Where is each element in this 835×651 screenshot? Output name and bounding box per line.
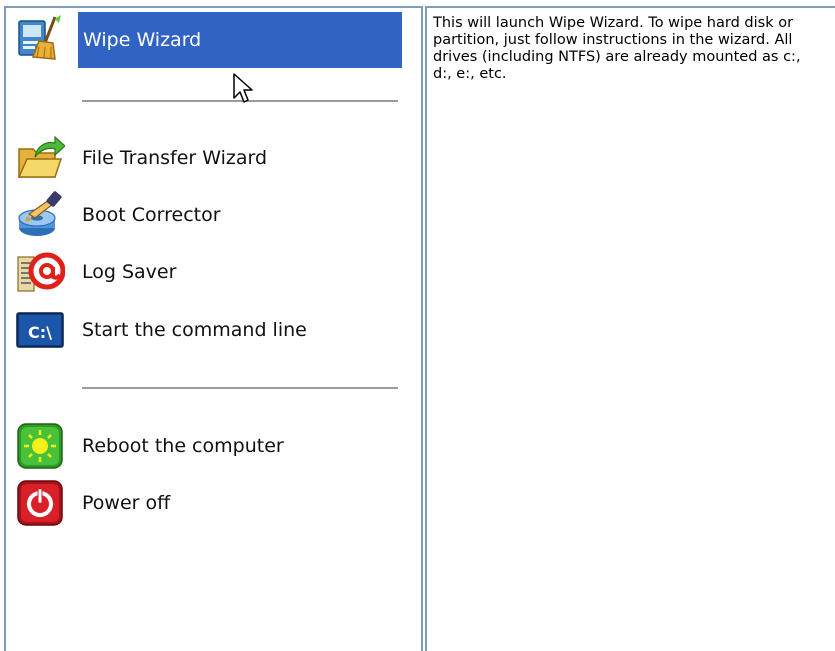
menu-item-log-saver[interactable]: Log Saver: [14, 246, 404, 298]
menu-item-file-transfer-wizard[interactable]: File Transfer Wizard: [14, 132, 404, 184]
disk-tool-icon: [14, 189, 66, 241]
menu-item-power-off[interactable]: Power off: [14, 477, 404, 529]
menu-item-label: Start the command line: [82, 319, 307, 341]
separator: [82, 387, 398, 389]
menu-item-label: Wipe Wizard: [78, 12, 402, 68]
folder-arrow-icon: [14, 132, 66, 184]
menu-item-label: Boot Corrector: [82, 204, 221, 226]
menu-item-wipe-wizard[interactable]: Wipe Wizard: [14, 12, 404, 68]
menu-item-command-line[interactable]: C:\ Start the command line: [14, 304, 404, 356]
menu-item-label: Log Saver: [82, 261, 177, 283]
mail-at-icon: [14, 246, 66, 298]
menu-item-label: Reboot the computer: [82, 435, 284, 457]
command-prompt-icon: C:\: [14, 304, 66, 356]
menu-item-label: Power off: [82, 492, 171, 514]
description-pane: This will launch Wipe Wizard. To wipe ha…: [425, 6, 835, 651]
wipe-broom-icon: [14, 12, 66, 64]
menu-item-reboot[interactable]: Reboot the computer: [14, 420, 404, 472]
menu-item-label: File Transfer Wizard: [82, 147, 268, 169]
description-text: This will launch Wipe Wizard. To wipe ha…: [433, 15, 801, 82]
menu-item-boot-corrector[interactable]: Boot Corrector: [14, 189, 404, 241]
svg-text:C:\: C:\: [28, 323, 52, 342]
reboot-icon: [14, 420, 66, 472]
mouse-pointer-icon: [233, 73, 253, 103]
power-off-icon: [14, 477, 66, 529]
task-list-pane: Wipe Wizard File Transfer Wizard Boot Co…: [4, 6, 423, 651]
